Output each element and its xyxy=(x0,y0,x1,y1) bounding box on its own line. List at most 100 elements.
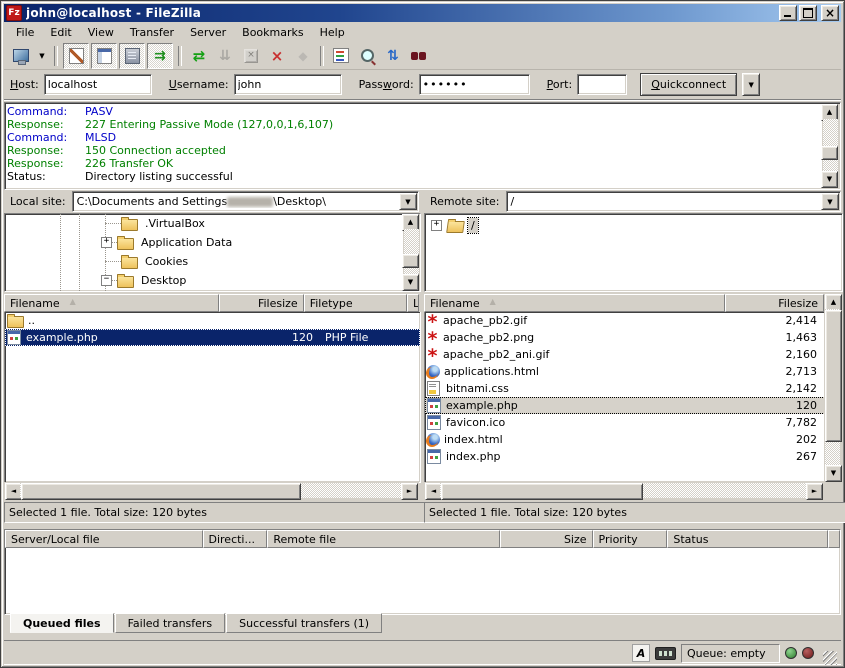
file-row[interactable]: apache_pb2.gif 2,414 xyxy=(425,312,825,329)
scroll-track[interactable] xyxy=(404,229,419,276)
cancel-operation-button[interactable]: × xyxy=(239,44,263,68)
transfer-type-ascii-icon[interactable]: A xyxy=(632,644,650,662)
scroll-right-button[interactable]: ► xyxy=(401,483,418,500)
menu-server[interactable]: Server xyxy=(182,24,234,42)
file-row[interactable]: index.php 267 xyxy=(425,448,825,465)
column-header-priority[interactable]: Priority xyxy=(593,530,668,548)
toggle-local-tree-button[interactable] xyxy=(91,43,117,69)
column-header-filetype[interactable]: Filetype xyxy=(304,294,407,312)
title-bar[interactable]: Fz john@localhost - FileZilla × xyxy=(4,4,841,22)
tab-queued-files[interactable]: Queued files xyxy=(10,613,114,633)
file-row-example-php[interactable]: example.php 120 PHP File 1 xyxy=(5,329,420,346)
close-button[interactable]: × xyxy=(821,5,839,21)
tab-successful-transfers[interactable]: Successful transfers (1) xyxy=(226,613,382,633)
remote-site-combobox[interactable]: / ▼ xyxy=(506,191,841,212)
local-tree-scrollbar: ▲ ▼ xyxy=(403,214,420,291)
username-input[interactable] xyxy=(234,74,342,95)
scroll-down-button[interactable]: ▼ xyxy=(825,465,842,482)
directory-filters-button[interactable] xyxy=(329,44,353,68)
refresh-button[interactable]: ⇄ xyxy=(187,44,211,68)
column-header-lastmodified[interactable]: L xyxy=(407,294,419,312)
speed-limit-icon[interactable] xyxy=(655,647,676,660)
process-queue-button[interactable]: ⇊ xyxy=(213,44,237,68)
column-header-status[interactable]: Status xyxy=(667,530,828,548)
remote-list-header: Filename▲ Filesize xyxy=(424,294,824,312)
host-input[interactable] xyxy=(44,74,152,95)
toggle-queue-button[interactable]: ⇉ xyxy=(147,43,173,69)
file-row[interactable]: apache_pb2_ani.gif 2,160 xyxy=(425,346,825,363)
file-row[interactable]: index.html 202 xyxy=(425,431,825,448)
remote-hscrollbar: ◄ ► xyxy=(424,482,824,499)
directory-comparison-button[interactable] xyxy=(355,44,379,68)
file-row[interactable]: apache_pb2.png 1,463 xyxy=(425,329,825,346)
column-header-size[interactable]: Size xyxy=(500,530,593,548)
local-site-combobox[interactable]: C:\Documents and Settings\Desktop\ ▼ xyxy=(72,191,419,212)
menu-file[interactable]: File xyxy=(8,24,42,42)
scroll-thumb[interactable] xyxy=(821,146,838,160)
menu-view[interactable]: View xyxy=(80,24,122,42)
scroll-thumb[interactable] xyxy=(441,483,643,500)
tree-item-root[interactable]: + / xyxy=(425,216,842,235)
scroll-down-button[interactable]: ▼ xyxy=(821,171,838,188)
minimize-button[interactable] xyxy=(779,5,797,21)
site-manager-dropdown[interactable]: ▼ xyxy=(35,44,49,68)
scroll-thumb[interactable] xyxy=(402,254,419,268)
message-log: Command:PASV Response:227 Entering Passi… xyxy=(4,102,841,190)
quickconnect-button[interactable]: Quickconnect xyxy=(640,73,737,96)
toggle-message-log-button[interactable] xyxy=(63,43,89,69)
synchronized-browsing-button[interactable]: ⇅ xyxy=(381,44,405,68)
menu-transfer[interactable]: Transfer xyxy=(122,24,182,42)
abort-button[interactable]: ◆ xyxy=(291,44,315,68)
column-header-filename[interactable]: Filename▲ xyxy=(424,294,725,312)
local-tree: .VirtualBox + Application Data Cookies −… xyxy=(4,213,421,292)
column-header-server-local-file[interactable]: Server/Local file xyxy=(5,530,203,548)
password-input[interactable] xyxy=(419,74,530,95)
file-row[interactable]: applications.html 2,713 xyxy=(425,363,825,380)
app-icon[interactable]: Fz xyxy=(6,5,22,21)
port-input[interactable] xyxy=(577,74,627,95)
toggle-remote-tree-button[interactable] xyxy=(119,43,145,69)
menu-help[interactable]: Help xyxy=(312,24,353,42)
disconnect-button[interactable]: × xyxy=(265,44,289,68)
chevron-down-icon[interactable]: ▼ xyxy=(821,193,839,210)
tab-failed-transfers[interactable]: Failed transfers xyxy=(115,613,226,633)
log-text: Command:PASV Response:227 Entering Passi… xyxy=(7,105,820,187)
column-header-direction[interactable]: Directi... xyxy=(203,530,268,548)
column-header-filesize[interactable]: Filesize xyxy=(725,294,824,312)
remote-tree-icon xyxy=(125,48,140,64)
transfer-queue: Server/Local file Directi... Remote file… xyxy=(4,529,841,615)
file-row-parent[interactable]: .. xyxy=(5,312,420,329)
scroll-thumb[interactable] xyxy=(825,310,842,442)
menu-edit[interactable]: Edit xyxy=(42,24,79,42)
site-manager-icon xyxy=(13,49,29,62)
find-files-button[interactable] xyxy=(407,44,431,68)
file-row[interactable]: bitnami.css 2,142 xyxy=(425,380,825,397)
scroll-right-button[interactable]: ► xyxy=(806,483,823,500)
resize-grip[interactable] xyxy=(823,651,837,665)
tree-expander-plus[interactable]: + xyxy=(431,220,442,231)
minimize-icon xyxy=(784,15,791,17)
menu-bookmarks[interactable]: Bookmarks xyxy=(234,24,311,42)
log-line: Response:150 Connection accepted xyxy=(7,144,820,157)
tree-item-application-data[interactable]: + Application Data xyxy=(5,233,420,252)
file-row-selected[interactable]: example.php 120 xyxy=(425,397,825,414)
tree-expander-plus[interactable]: + xyxy=(101,237,112,248)
quickconnect-dropdown[interactable]: ▼ xyxy=(742,73,760,96)
tree-item-desktop[interactable]: − Desktop xyxy=(5,271,420,290)
file-row[interactable]: favicon.ico 7,782 xyxy=(425,414,825,431)
scroll-thumb[interactable] xyxy=(21,483,301,500)
tree-item-cookies[interactable]: Cookies xyxy=(5,252,420,271)
queue-header: Server/Local file Directi... Remote file… xyxy=(5,530,840,548)
tree-expander-minus[interactable]: − xyxy=(101,275,112,286)
local-site-bar: Local site: C:\Documents and Settings\De… xyxy=(4,191,419,212)
site-manager-button[interactable] xyxy=(9,44,33,68)
column-header-filesize[interactable]: Filesize xyxy=(219,294,304,312)
column-header-remote-file[interactable]: Remote file xyxy=(267,530,499,548)
log-line: Response:227 Entering Passive Mode (127,… xyxy=(7,118,820,131)
column-header-filename[interactable]: Filename▲ xyxy=(4,294,219,312)
green-led-icon xyxy=(785,647,797,659)
scroll-down-button[interactable]: ▼ xyxy=(402,274,419,291)
chevron-down-icon[interactable]: ▼ xyxy=(399,193,417,210)
tree-item-virtualbox[interactable]: .VirtualBox xyxy=(5,214,420,233)
maximize-button[interactable] xyxy=(799,5,817,21)
